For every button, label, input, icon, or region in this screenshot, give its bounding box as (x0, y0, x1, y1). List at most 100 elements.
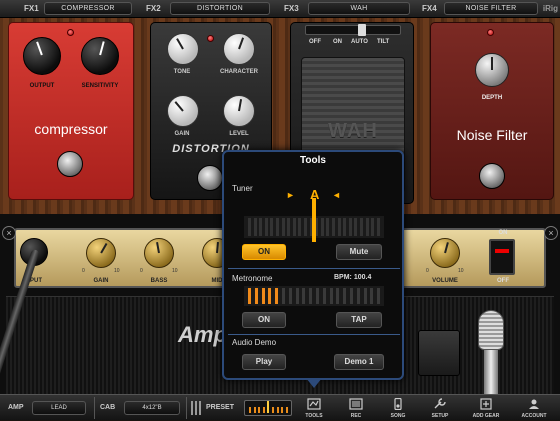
bottom-toolbar: AMP LEAD CAB 4x12"B PRESET TOOLS REC SON… (0, 394, 560, 420)
metronome-segment (288, 288, 292, 304)
tone-knob[interactable] (167, 33, 199, 65)
power-off-label: OFF (497, 278, 509, 284)
tuner-label: Tuner (232, 184, 253, 193)
wah-auto-label: AUTO (351, 39, 368, 45)
fx-slot-label: FX1 (24, 4, 39, 13)
gain-knob[interactable] (167, 95, 199, 127)
cab-selector[interactable]: 4x12"B (124, 401, 180, 415)
wah-off-label: OFF (309, 39, 321, 45)
mini-tuner-bar (281, 407, 284, 413)
scale-max: 10 (458, 268, 464, 274)
power-on-label: ON (498, 230, 508, 236)
tuner-segment (343, 218, 347, 236)
fx-chain-bar: FX1 COMPRESSOR FX2 DISTORTION FX3 WAH FX… (0, 0, 560, 18)
tuner-segment (326, 218, 330, 236)
scale-min: 0 (82, 268, 85, 274)
fx-slot-1[interactable]: FX1 COMPRESSOR (0, 0, 138, 18)
fx-slot-label: FX4 (422, 4, 437, 13)
divider (228, 268, 400, 269)
footswitch[interactable] (197, 165, 223, 191)
fx-slot-label: FX3 (284, 4, 299, 13)
add-gear-label: ADD GEAR (472, 413, 500, 419)
tuner-segment (281, 218, 285, 236)
account-button[interactable]: ACCOUNT (514, 395, 554, 421)
add-gear-button[interactable]: ADD GEAR (466, 395, 506, 421)
amp-power-switch[interactable]: ON OFF (485, 228, 521, 288)
microphone[interactable] (476, 310, 506, 394)
close-right-icon[interactable]: × (544, 226, 558, 240)
fx-slot-4[interactable]: FX4 NOISE FILTER (420, 0, 540, 18)
noise-filter-pedal[interactable]: DEPTH Noise Filter (430, 22, 554, 200)
recorder-icon (349, 398, 363, 410)
close-left-icon[interactable]: × (2, 226, 16, 240)
gain-knob[interactable] (86, 238, 116, 268)
tap-tempo-button[interactable]: TAP (336, 312, 382, 328)
footswitch[interactable] (57, 151, 83, 177)
tuner-mute-button[interactable]: Mute (336, 244, 382, 260)
divider (186, 397, 187, 419)
pedal-title: compressor (34, 121, 108, 137)
wah-mode-switch[interactable] (305, 24, 401, 36)
fx-slot-name[interactable]: NOISE FILTER (444, 2, 538, 15)
volume-knob[interactable] (430, 238, 460, 268)
tools-button[interactable]: TOOLS (294, 395, 334, 421)
metronome-segment (309, 288, 313, 304)
mini-tuner-bar (249, 407, 251, 413)
song-button[interactable]: SONG (378, 395, 418, 421)
metronome-segment (350, 288, 353, 304)
fx-slot-name[interactable]: COMPRESSOR (44, 2, 132, 15)
fx-slot-2[interactable]: FX2 DISTORTION (140, 0, 278, 18)
tuner-segment (371, 218, 375, 236)
metronome-segment (302, 288, 306, 304)
popover-arrow (306, 378, 322, 388)
tuner-segment (270, 218, 274, 236)
preset-grid-icon[interactable] (191, 401, 203, 415)
metronome-segment (295, 288, 299, 304)
volume-label: VOLUME (432, 278, 458, 284)
cabinet-thumbnail[interactable] (418, 330, 460, 376)
sensitivity-knob[interactable] (81, 37, 119, 75)
wah-on-label: ON (333, 39, 342, 45)
level-knob[interactable] (223, 95, 255, 127)
bpm-readout: BPM: 100.4 (334, 274, 372, 281)
fx-slot-name[interactable]: DISTORTION (170, 2, 270, 15)
output-knob[interactable] (23, 37, 61, 75)
power-rocker[interactable] (489, 239, 515, 275)
metronome-segment (329, 288, 333, 304)
fx-slot-name[interactable]: WAH (308, 2, 410, 15)
depth-knob[interactable] (475, 53, 509, 87)
metronome-on-button[interactable]: ON (242, 312, 286, 328)
tuner-segment (376, 218, 380, 236)
bass-knob[interactable] (144, 238, 174, 268)
tuner-segment (304, 218, 307, 236)
demo-select-button[interactable]: Demo 1 (334, 354, 384, 370)
setup-label: SETUP (431, 413, 449, 419)
mini-tuner-display[interactable] (244, 400, 292, 416)
play-demo-button[interactable]: Play (242, 354, 286, 370)
depth-label: DEPTH (481, 95, 503, 101)
rec-button[interactable]: REC (336, 395, 376, 421)
amp-selector[interactable]: LEAD (32, 401, 86, 415)
sharp-arrow-icon: ◄ (332, 190, 341, 200)
setup-button[interactable]: SETUP (420, 395, 460, 421)
metronome-segment (254, 288, 258, 304)
preset-button[interactable]: PRESET (206, 404, 234, 411)
tuner-needle (312, 198, 316, 242)
tools-icon (307, 398, 321, 410)
compressor-pedal[interactable]: OUTPUT SENSITIVITY compressor (8, 22, 134, 200)
tuner-segment (332, 218, 335, 236)
tools-popover: Tools Tuner ► A ◄ ON Mute Metronome BPM:… (222, 150, 404, 380)
fx-slot-3[interactable]: FX3 WAH (280, 0, 418, 18)
divider (94, 397, 95, 419)
tuner-segment (298, 218, 302, 236)
metronome-segment (275, 288, 279, 304)
tuner-on-button[interactable]: ON (242, 244, 286, 260)
metronome-segment (363, 288, 367, 304)
mini-tuner-bar (258, 407, 261, 413)
mini-tuner-bar (253, 407, 256, 413)
character-knob[interactable] (223, 33, 255, 65)
add-gear-icon (480, 398, 492, 410)
metronome-meter (244, 286, 384, 306)
footswitch[interactable] (479, 163, 505, 189)
metronome-segment (261, 288, 265, 304)
